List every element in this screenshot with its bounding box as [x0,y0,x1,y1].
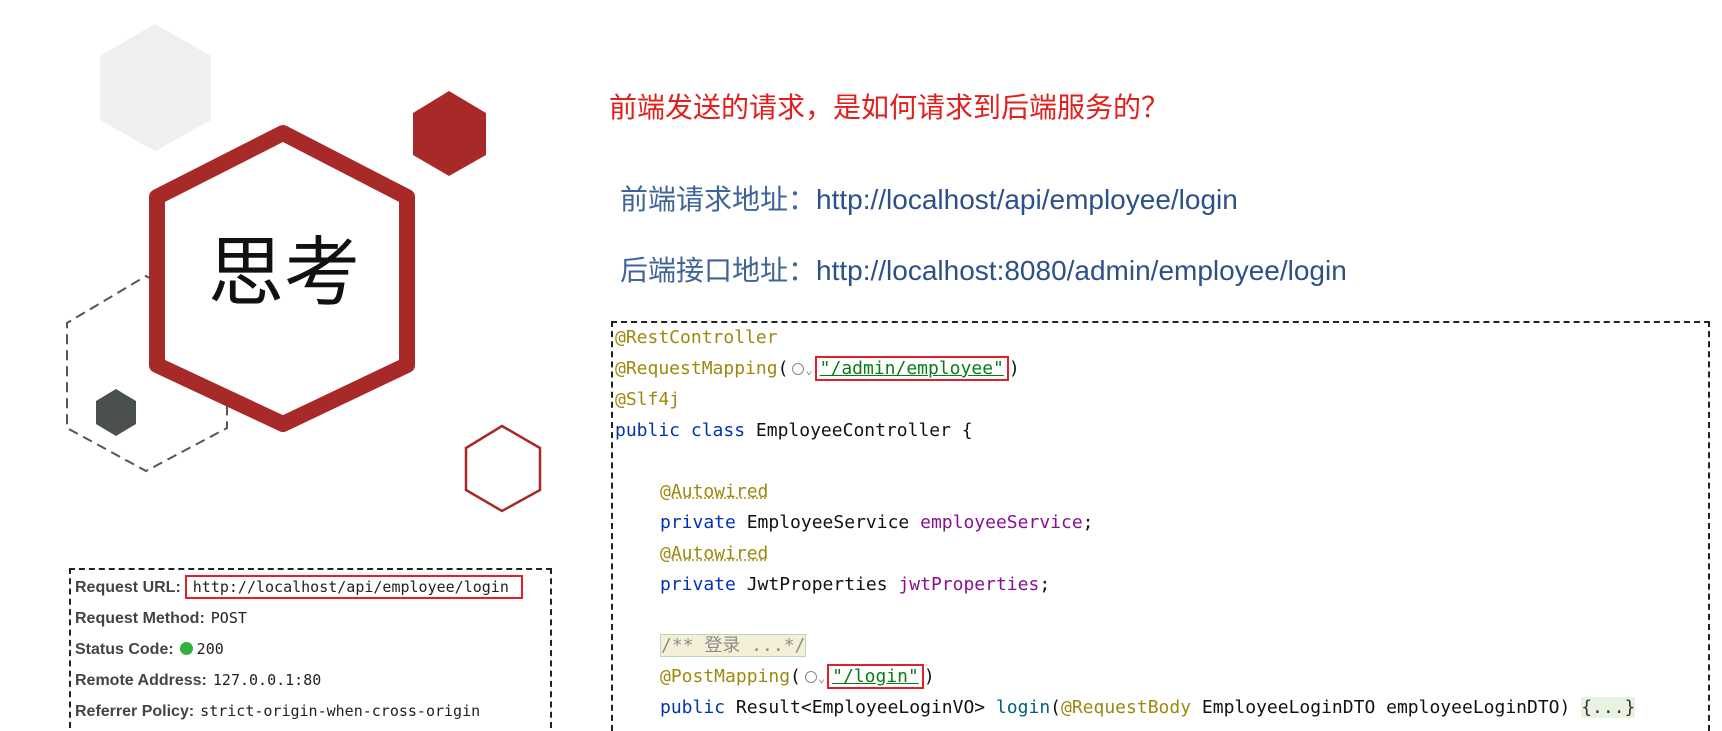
keyword-private: private [660,574,736,595]
code-line: @Slf4j [615,385,680,415]
keyword-class: class [690,420,746,441]
keyword-public: public [660,697,726,718]
return-type: Result<EmployeeLoginVO> [735,697,986,718]
folded-comment[interactable]: /** 登录 ...*/ [660,634,807,657]
post-mapping-path[interactable]: "/login" [832,666,919,687]
backend-address-url: http://localhost:8080/admin/employee/log… [816,255,1347,286]
status-code-value: 200 [196,640,224,658]
globe-icon[interactable] [792,363,805,375]
remote-address-row: Remote Address: 127.0.0.1:80 [75,668,321,692]
referrer-policy-row: Referrer Policy: strict-origin-when-cross… [75,699,480,723]
keyword-public: public [615,420,681,441]
keyword-private: private [660,512,736,533]
backend-address: 后端接口地址：http://localhost:8080/admin/emplo… [620,249,1347,289]
autowired-annotation: @Autowired [660,481,769,502]
code-line: @Autowired [615,539,768,569]
method-parameter: EmployeeLoginDTO employeeLoginDTO) [1201,697,1571,718]
remote-address-label: Remote Address: [75,672,207,689]
request-body-annotation: @RequestBody [1061,697,1192,718]
jwt-type: JwtProperties [746,574,888,595]
status-ok-icon [179,642,193,655]
globe-icon[interactable] [804,671,817,683]
service-field: employeeService [920,512,1083,533]
question-heading: 前端发送的请求，是如何请求到后端服务的？ [609,91,1170,124]
request-method-value: POST [210,609,247,627]
code-line: /** 登录 ...*/ [615,631,807,661]
request-mapping-path[interactable]: "/admin/employee" [820,358,1004,379]
red-outline-hexagon [464,424,542,513]
chevron-down-icon[interactable]: ⌄ [805,363,812,377]
code-line: @RestController [615,323,778,353]
request-url-label: Request URL: [75,579,181,596]
request-url-row: Request URL: http://localhost/api/employe… [75,575,523,599]
request-mapping-annotation: @RequestMapping [615,358,778,379]
rest-controller-annotation: @RestController [615,327,778,348]
service-type: EmployeeService [746,512,910,533]
code-line: public class EmployeeController { [615,416,973,446]
slf4j-annotation: @Slf4j [615,389,681,410]
status-code-label: Status Code: [75,641,174,658]
method-name: login [995,697,1051,718]
post-mapping-highlight: "/login" [827,664,924,689]
status-code-row: Status Code: 200 [75,637,224,661]
light-gray-hexagon [100,24,211,151]
jwt-field: jwtProperties [898,574,1040,595]
referrer-policy-value: strict-origin-when-cross-origin [200,702,481,720]
code-line: public Result<EmployeeLoginVO> login(@Re… [660,697,1636,718]
referrer-policy-label: Referrer Policy: [75,703,195,720]
request-url-value[interactable]: http://localhost/api/employee/login [184,575,523,599]
think-title: 思考 [208,228,360,317]
class-declaration: EmployeeController { [755,420,973,441]
red-filled-hexagon [413,91,486,176]
dark-gray-hexagon [96,389,136,436]
autowired-annotation: @Autowired [660,543,769,564]
request-mapping-highlight: "/admin/employee" [814,356,1009,381]
code-panel: @RestController @RequestMapping(⌄ "/admin… [611,321,1710,731]
frontend-address-url: http://localhost/api/employee/login [816,184,1238,215]
frontend-address: 前端请求地址：http://localhost/api/employee/log… [620,178,1238,218]
post-mapping-annotation: @PostMapping [660,666,791,687]
folded-method-body[interactable]: {...} [1581,697,1636,718]
code-line: @PostMapping(⌄ "/login") [660,664,935,689]
code-line: private JwtProperties jwtProperties; [660,574,1051,595]
code-line: private EmployeeService employeeService; [660,512,1094,533]
backend-address-label: 后端接口地址： [620,254,817,287]
frontend-address-label: 前端请求地址： [620,183,817,216]
request-method-label: Request Method: [75,610,205,627]
request-info-panel: Request URL: http://localhost/api/employe… [69,568,552,728]
chevron-down-icon[interactable]: ⌄ [818,671,825,685]
code-line: @RequestMapping(⌄ "/admin/employee") [615,356,1020,381]
code-line: @Autowired [615,477,768,507]
request-method-row: Request Method: POST [75,606,247,630]
remote-address-value: 127.0.0.1:80 [212,671,322,689]
